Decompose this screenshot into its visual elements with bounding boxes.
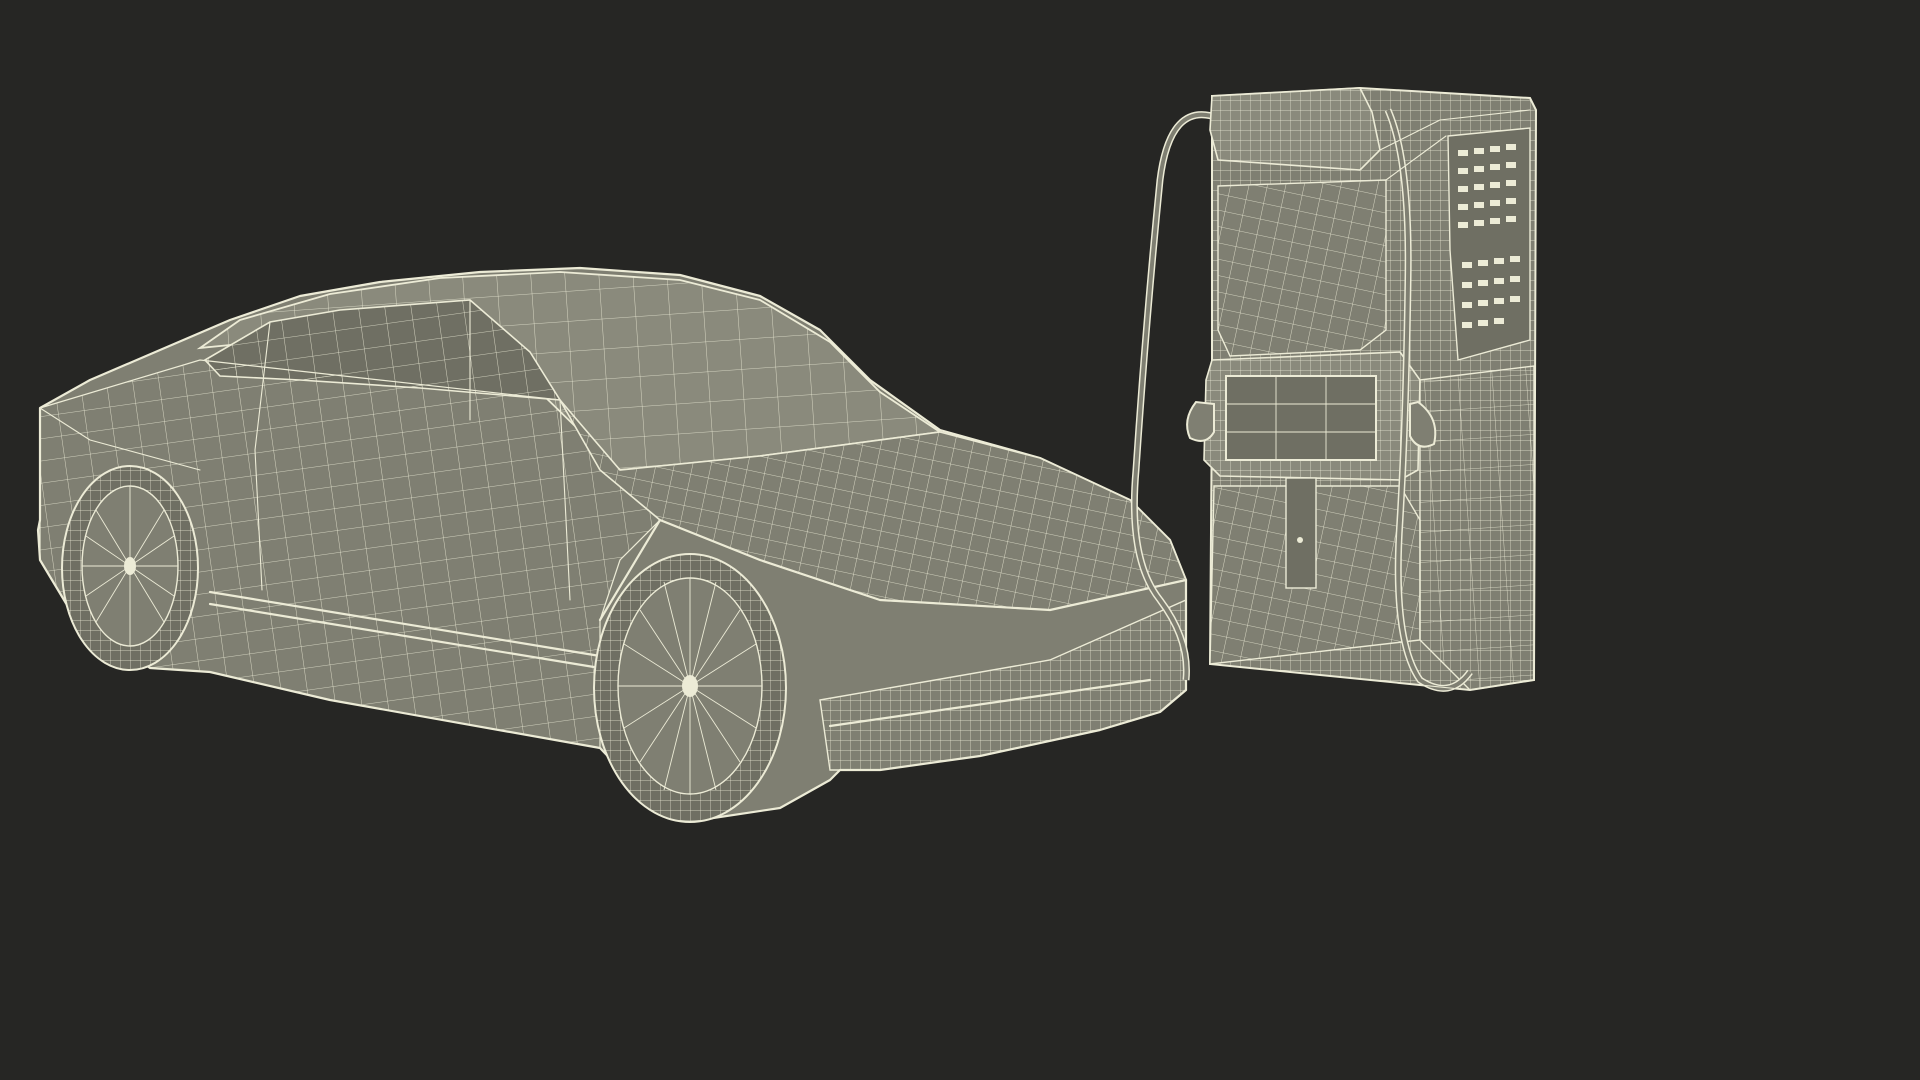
car-rear-wheel <box>61 465 199 671</box>
wireframe-scene <box>0 0 1568 882</box>
car-front-wheel <box>593 553 787 823</box>
charger-side-panel <box>1419 365 1535 691</box>
wireframe-render <box>36 86 1538 823</box>
charger-holster-left <box>1186 400 1215 442</box>
charger-connector-slot <box>1285 477 1317 589</box>
car-wireframe <box>36 266 1188 823</box>
charger-wireframe <box>1130 86 1538 692</box>
charger-vent-panel <box>1448 128 1530 360</box>
charger-screen <box>1225 375 1377 461</box>
